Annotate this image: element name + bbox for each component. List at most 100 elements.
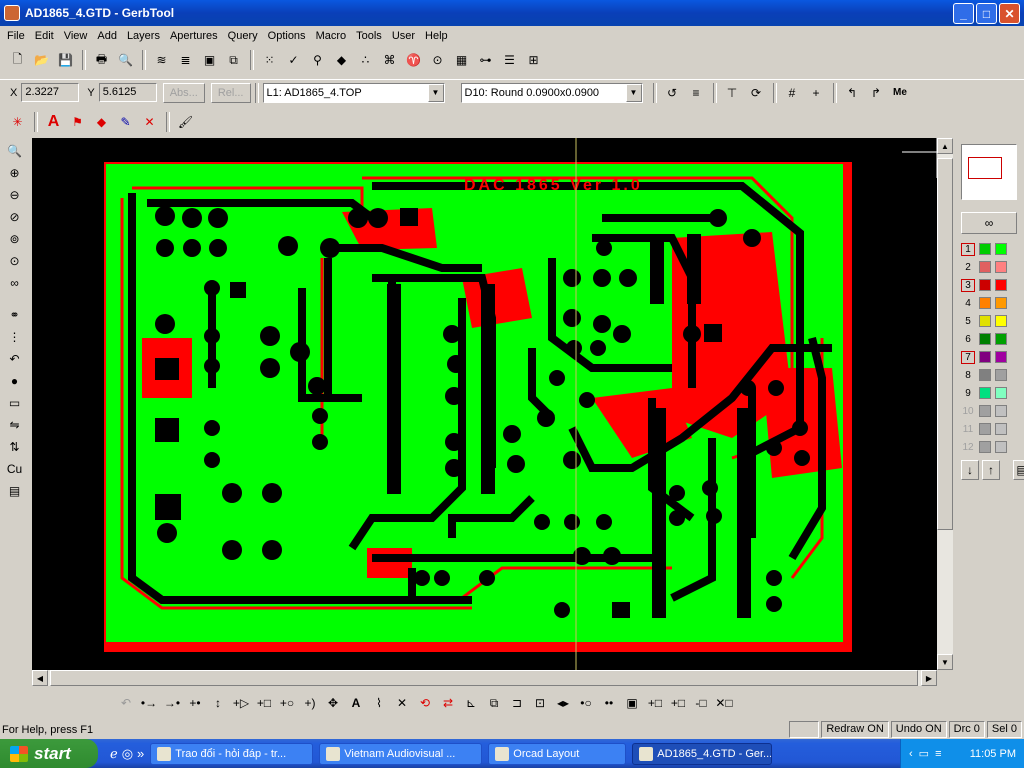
- delete-icon[interactable]: ✕: [138, 111, 161, 133]
- layer-row[interactable]: 10: [961, 402, 1007, 420]
- add-rect-icon[interactable]: +□: [253, 692, 275, 714]
- connect-icon[interactable]: ⌘: [378, 49, 401, 71]
- chevron-left-icon[interactable]: ‹: [909, 748, 913, 760]
- menu-add[interactable]: Add: [92, 30, 122, 42]
- add-arc-icon[interactable]: +): [299, 692, 321, 714]
- scroll-left-icon[interactable]: ◀: [32, 670, 48, 686]
- flag-icon[interactable]: ⚑: [66, 111, 89, 133]
- undo-icon[interactable]: ↶: [3, 348, 26, 370]
- layer-number[interactable]: 2: [961, 261, 975, 274]
- bracket-dot-icon[interactable]: ⊡: [529, 692, 551, 714]
- vertical-scrollbar[interactable]: ▲ ▼: [937, 138, 953, 670]
- chevron-down-icon[interactable]: ▼: [427, 83, 444, 102]
- task-button[interactable]: Trao đổi - hỏi đáp - tr...: [150, 742, 314, 765]
- horizontal-scrollbar[interactable]: ◀ ▶: [32, 670, 937, 686]
- binoculars-icon[interactable]: ⚭: [3, 304, 26, 326]
- layer-color-swatch[interactable]: [979, 297, 991, 309]
- horizontal-scroll-thumb[interactable]: [50, 670, 918, 686]
- layer-color-swatch[interactable]: [979, 423, 991, 435]
- scroll-up-icon[interactable]: ▲: [937, 138, 953, 154]
- cancel-sq-icon[interactable]: ✕□: [713, 692, 735, 714]
- chart-icon[interactable]: ⊾: [460, 692, 482, 714]
- print-icon[interactable]: 🖶: [90, 49, 113, 71]
- layer-color-swatch[interactable]: [995, 279, 1007, 291]
- task-button-active[interactable]: AD1865_4.GTD - Ger...: [632, 742, 773, 765]
- undo-icon[interactable]: ↶: [115, 692, 137, 714]
- layer-color-swatch[interactable]: [995, 423, 1007, 435]
- layer-number[interactable]: 1: [961, 242, 975, 256]
- pad-circle-icon[interactable]: •○: [575, 692, 597, 714]
- bulb-icon[interactable]: ●: [3, 370, 26, 392]
- layer-color-swatch[interactable]: [995, 261, 1007, 273]
- layer-select[interactable]: L1: AD1865_4.TOP ▼: [262, 82, 445, 103]
- corner-left-icon[interactable]: ↰: [841, 82, 864, 104]
- origin-icon[interactable]: +: [805, 82, 828, 104]
- layer-row[interactable]: 3: [961, 276, 1007, 294]
- new-file-icon[interactable]: 🗋: [6, 49, 29, 71]
- layer-number[interactable]: 9: [961, 387, 975, 400]
- layer-color-swatch[interactable]: [995, 351, 1007, 363]
- vertical-scroll-thumb[interactable]: [937, 158, 953, 530]
- layer-color-swatch[interactable]: [995, 405, 1007, 417]
- menu-help[interactable]: Help: [420, 30, 453, 42]
- layer-color-swatch[interactable]: [979, 279, 991, 291]
- layer-number[interactable]: 11: [961, 423, 975, 436]
- layer-color-swatch[interactable]: [979, 387, 991, 399]
- layer-color-swatch[interactable]: [995, 441, 1007, 453]
- layer-row[interactable]: 2: [961, 258, 1007, 276]
- add-pad-icon[interactable]: +•: [184, 692, 206, 714]
- netlist-icon[interactable]: ⚲: [306, 49, 329, 71]
- flash-icon[interactable]: ◆: [330, 49, 353, 71]
- view-glasses-icon[interactable]: ∞: [961, 212, 1017, 234]
- pads-icon[interactable]: ∴: [354, 49, 377, 71]
- zoom-in-icon[interactable]: ⊕: [3, 162, 26, 184]
- menu-edit[interactable]: Edit: [30, 30, 59, 42]
- minimize-button[interactable]: _: [953, 3, 974, 24]
- zoom-all-icon[interactable]: ⊚: [3, 228, 26, 250]
- layer-row[interactable]: 11: [961, 420, 1007, 438]
- export-icon[interactable]: ⧉: [222, 49, 245, 71]
- save-icon[interactable]: 💾: [54, 49, 77, 71]
- layer-color-swatch[interactable]: [979, 405, 991, 417]
- maximize-button[interactable]: □: [976, 3, 997, 24]
- grid-dots-icon[interactable]: ⁙: [258, 49, 281, 71]
- layer-color-swatch[interactable]: [979, 369, 991, 381]
- layer-row[interactable]: 4: [961, 294, 1007, 312]
- layer-color-swatch[interactable]: [995, 243, 1007, 255]
- array-icon[interactable]: ⊞: [522, 49, 545, 71]
- bracket-icon[interactable]: ⊐: [506, 692, 528, 714]
- calculator-icon[interactable]: ▤: [3, 480, 26, 502]
- layer-color-swatch[interactable]: [979, 441, 991, 453]
- layer-number[interactable]: 4: [961, 297, 975, 310]
- zoom-previous-icon[interactable]: ⊘: [3, 206, 26, 228]
- layer-row[interactable]: 7: [961, 348, 1007, 366]
- corner-right-icon[interactable]: ↱: [865, 82, 888, 104]
- layer-settings-icon[interactable]: ▤: [1013, 460, 1024, 480]
- menu-view[interactable]: View: [59, 30, 93, 42]
- network-icon[interactable]: ▭: [919, 747, 929, 760]
- menu-options[interactable]: Options: [263, 30, 311, 42]
- copy-icon[interactable]: ⧉: [483, 692, 505, 714]
- task-button[interactable]: Orcad Layout: [488, 742, 627, 765]
- mirror-icon[interactable]: ⇅: [3, 436, 26, 458]
- menu-file[interactable]: File: [2, 30, 30, 42]
- zoom-window-icon[interactable]: 🔍: [3, 140, 26, 162]
- layer-row[interactable]: 8: [961, 366, 1007, 384]
- arrow-up-icon[interactable]: ↑: [982, 460, 1000, 480]
- remove-sq-icon[interactable]: -□: [690, 692, 712, 714]
- abs-button[interactable]: Abs...: [162, 82, 205, 103]
- rotate-icon[interactable]: ⟳: [745, 82, 768, 104]
- measure-icon[interactable]: ▭: [3, 392, 26, 414]
- overview-map[interactable]: [961, 144, 1017, 200]
- task-button[interactable]: Vietnam Audiovisual ...: [319, 742, 483, 765]
- add-sq-icon[interactable]: +□: [644, 692, 666, 714]
- layer-row[interactable]: 1: [961, 240, 1007, 258]
- layer-color-swatch[interactable]: [979, 261, 991, 273]
- zoom-fit-icon[interactable]: ⊙: [3, 250, 26, 272]
- view-glasses-icon[interactable]: ∞: [3, 272, 26, 294]
- layer-row[interactable]: 6: [961, 330, 1007, 348]
- layer-row[interactable]: 9: [961, 384, 1007, 402]
- brush-icon[interactable]: 🖌: [174, 111, 197, 133]
- network-icon[interactable]: ⊶: [474, 49, 497, 71]
- probe-icon[interactable]: ♈: [402, 49, 425, 71]
